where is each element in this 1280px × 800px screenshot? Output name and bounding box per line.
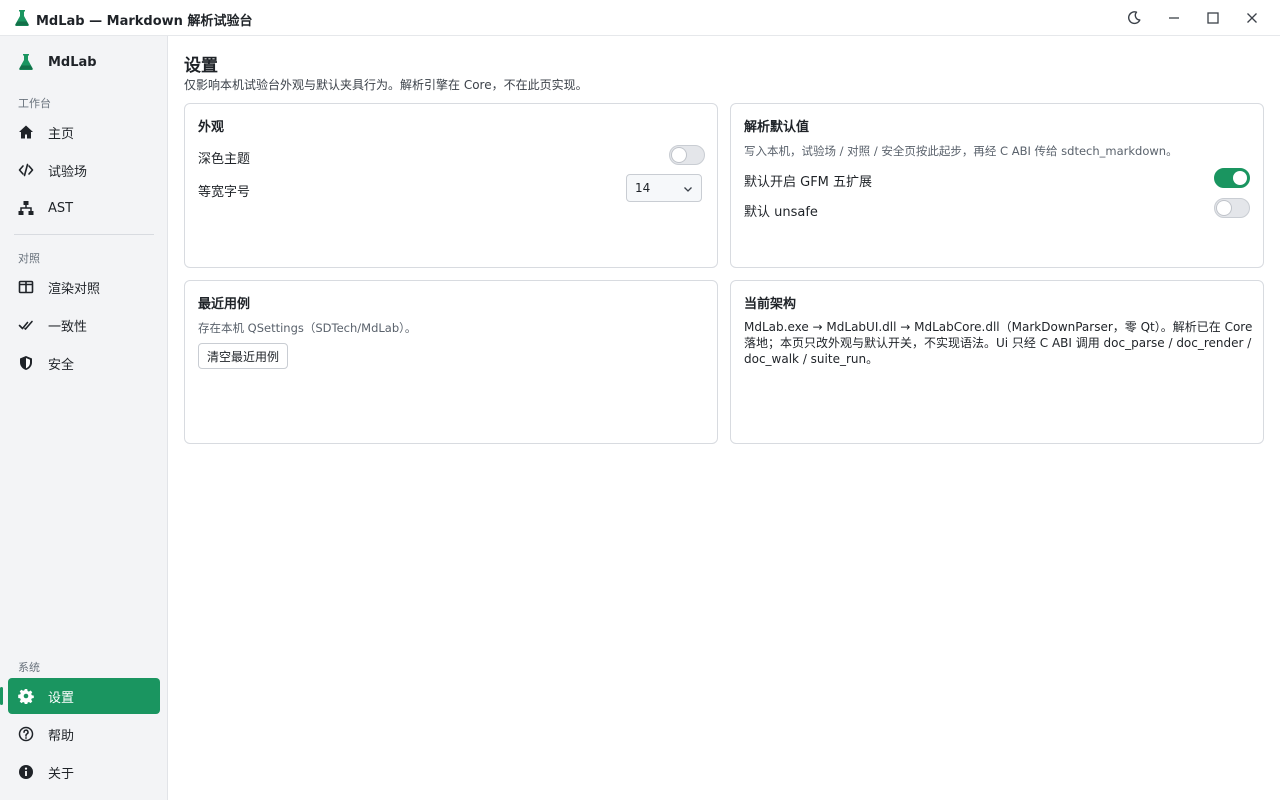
window-title: MdLab — Markdown 解析试验台 [36, 14, 253, 29]
chevron-down-icon [684, 187, 692, 192]
sidebar-item-label: 主页 [48, 126, 75, 142]
maximize-button[interactable] [1193, 0, 1233, 36]
sidebar-divider [14, 234, 154, 235]
unsafe-label: 默认 unsafe [744, 205, 818, 220]
sidebar-item-security[interactable]: 安全 [8, 345, 160, 381]
dark-theme-label: 深色主题 [198, 152, 251, 167]
page-title: 设置 [184, 56, 218, 76]
appearance-card: 外观 深色主题 等宽字号 14 [184, 103, 718, 268]
minimize-button[interactable] [1154, 0, 1194, 36]
help-icon [18, 726, 34, 742]
gfm-toggle[interactable] [1214, 168, 1250, 188]
section-label-system: 系统 [18, 661, 40, 674]
columns-icon [18, 280, 34, 294]
sidebar-brand: MdLab [18, 52, 97, 72]
sidebar-item-label: 设置 [48, 690, 75, 706]
card-title: 最近用例 [198, 297, 251, 312]
home-icon [19, 125, 33, 139]
sidebar-item-label: 帮助 [48, 728, 75, 744]
sidebar-item-label: 安全 [48, 357, 75, 373]
shield-icon [20, 356, 32, 370]
sidebar-item-label: 一致性 [48, 319, 88, 335]
sidebar-item-render-compare[interactable]: 渲染对照 [8, 269, 160, 305]
active-indicator [0, 687, 3, 705]
sidebar-item-label: 渲染对照 [48, 281, 101, 297]
minimize-icon [1169, 17, 1179, 19]
clear-recent-button[interactable]: 清空最近用例 [198, 343, 289, 369]
toggle-knob [1217, 201, 1231, 215]
moon-icon [1128, 11, 1141, 25]
card-title: 解析默认值 [744, 120, 810, 135]
sidebar-item-about[interactable]: 关于 [8, 754, 160, 790]
recent-cases-card: 最近用例 存在本机 QSettings（SDTech/MdLab）。 清空最近用… [184, 280, 718, 444]
code-icon [18, 163, 34, 177]
card-description: 存在本机 QSettings（SDTech/MdLab）。 [198, 321, 417, 335]
info-icon [19, 765, 33, 779]
title-bar: MdLab — Markdown 解析试验台 [0, 0, 1280, 36]
sidebar-item-consistency[interactable]: 一致性 [8, 307, 160, 343]
mono-size-value: 14 [635, 181, 651, 195]
mono-size-label: 等宽字号 [198, 185, 251, 200]
dark-theme-toggle[interactable] [669, 145, 705, 165]
unsafe-toggle[interactable] [1214, 198, 1250, 218]
settings-page: 设置 仅影响本机试验台外观与默认夹具行为。解析引擎在 Core，不在此页实现。 … [168, 36, 1280, 800]
architecture-text: MdLab.exe → MdLabUI.dll → MdLabCore.dll（… [744, 320, 1253, 366]
sidebar-item-ast[interactable]: AST [8, 190, 160, 226]
architecture-card: 当前架构 MdLab.exe → MdLabUI.dll → MdLabCore… [730, 280, 1264, 444]
toggle-knob [672, 148, 686, 162]
sidebar-item-label: AST [48, 200, 74, 216]
toggle-knob [1233, 171, 1247, 185]
sidebar-item-label: 试验场 [48, 164, 88, 180]
sidebar: MdLab 工作台 主页 试验场 AST 对照 渲染对照 一致性 安全 系统 设… [0, 36, 168, 800]
card-title: 外观 [198, 120, 225, 135]
gear-icon [18, 689, 34, 704]
close-icon [1247, 13, 1257, 23]
parse-defaults-card: 解析默认值 写入本机，试验场 / 对照 / 安全页按此起步，再经 C ABI 传… [730, 103, 1264, 268]
page-subtitle: 仅影响本机试验台外观与默认夹具行为。解析引擎在 Core，不在此页实现。 [184, 78, 588, 92]
theme-toggle-button[interactable] [1114, 0, 1154, 36]
sidebar-item-label: 关于 [48, 766, 75, 782]
flask-icon [15, 10, 29, 26]
section-label-workbench: 工作台 [18, 97, 51, 110]
card-description: 写入本机，试验场 / 对照 / 安全页按此起步，再经 C ABI 传给 sdte… [744, 144, 1178, 158]
sidebar-item-home[interactable]: 主页 [8, 114, 160, 150]
maximize-icon [1207, 12, 1219, 24]
sidebar-item-help[interactable]: 帮助 [8, 716, 160, 752]
mono-size-select[interactable]: 14 [626, 174, 702, 202]
sidebar-item-playground[interactable]: 试验场 [8, 152, 160, 188]
card-title: 当前架构 [744, 297, 797, 312]
flask-icon [19, 54, 33, 70]
section-label-compare: 对照 [18, 252, 40, 265]
brand-label: MdLab [48, 54, 97, 70]
sidebar-item-settings[interactable]: 设置 [8, 678, 160, 714]
close-button[interactable] [1232, 0, 1272, 36]
tree-icon [18, 201, 34, 215]
double-check-icon [18, 320, 33, 330]
gfm-label: 默认开启 GFM 五扩展 [744, 175, 873, 190]
